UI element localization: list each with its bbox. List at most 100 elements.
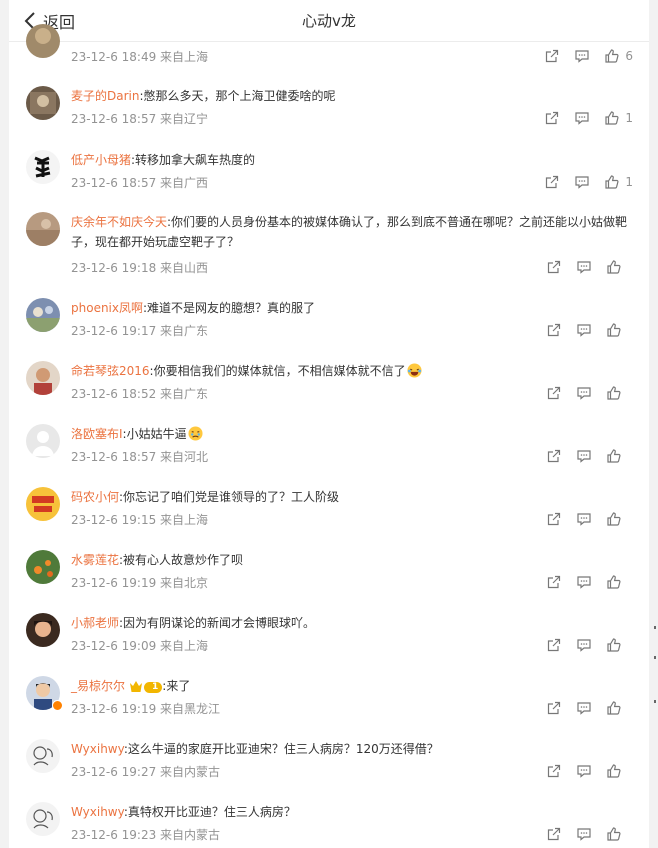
share-button[interactable] — [546, 259, 562, 275]
scrollbar-mark[interactable] — [654, 656, 656, 659]
comment-meta: 23-12-6 18:57 来自辽宁 — [71, 112, 209, 126]
comment-author[interactable]: 小郝老师 — [71, 616, 119, 630]
comment-meta: 23-12-6 19:27 来自内蒙古 — [71, 765, 221, 779]
comment-author[interactable]: _易椋尔尔 — [71, 679, 125, 693]
avatar[interactable] — [26, 739, 60, 773]
share-icon — [547, 764, 561, 778]
share-button[interactable] — [546, 763, 562, 779]
comment-item: 23-12-6 18:49 来自上海 6 — [9, 0, 649, 70]
share-button[interactable] — [546, 322, 562, 338]
comment-meta: 23-12-6 19:15 来自上海 — [71, 513, 209, 527]
comment-item: Wyxihwy:这么牛逼的家庭开比亚迪宋？住三人病房？120万还得借？ 23-1… — [9, 739, 649, 795]
avatar[interactable] — [26, 613, 60, 647]
comment-author[interactable]: 洛欧塞布I — [71, 427, 123, 441]
avatar[interactable] — [26, 24, 60, 58]
scrollbar-mark[interactable] — [654, 626, 656, 629]
comment-text: :被有心人故意炒作了呗 — [119, 553, 244, 567]
comment-button[interactable] — [576, 700, 592, 716]
comment-button[interactable] — [574, 110, 590, 126]
avatar[interactable] — [26, 361, 60, 395]
comment-button[interactable] — [574, 48, 590, 64]
comment-icon — [577, 639, 591, 652]
like-button[interactable] — [606, 385, 633, 401]
comment-icon — [577, 702, 591, 715]
share-icon — [546, 49, 559, 63]
like-button[interactable] — [606, 763, 633, 779]
like-button[interactable] — [606, 322, 633, 338]
avatar[interactable] — [26, 487, 60, 521]
comment-item: phoenix凤啊:难道不是网友的臆想？真的服了 23-12-6 19:17 来… — [9, 298, 649, 354]
like-button[interactable]: 1 — [604, 174, 633, 190]
avatar[interactable] — [26, 86, 60, 120]
comment-author[interactable]: Wyxihwy — [71, 805, 124, 819]
comment-button[interactable] — [576, 385, 592, 401]
comment-button[interactable] — [576, 826, 592, 842]
like-icon — [605, 175, 619, 189]
comment-meta: 23-12-6 19:18 来自山西 — [71, 261, 209, 275]
comment-meta: 23-12-6 19:19 来自黑龙江 — [71, 702, 221, 716]
share-button[interactable] — [546, 700, 562, 716]
share-button[interactable] — [546, 385, 562, 401]
like-button[interactable]: 6 — [604, 48, 633, 64]
comment-text: :小姑姑牛逼 — [122, 427, 187, 441]
comment-author[interactable]: Wyxihwy — [71, 742, 124, 756]
comment-button[interactable] — [576, 637, 592, 653]
avatar[interactable] — [26, 802, 60, 836]
comment-button[interactable] — [576, 574, 592, 590]
share-button[interactable] — [546, 826, 562, 842]
like-button[interactable] — [606, 511, 633, 527]
share-button[interactable] — [546, 574, 562, 590]
comment-item: _易椋尔尔 1:来了 23-12-6 19:19 来自黑龙江 — [9, 676, 649, 732]
comment-author[interactable]: 命若琴弦2016 — [71, 364, 150, 378]
like-button[interactable] — [606, 259, 633, 275]
share-button[interactable] — [544, 174, 560, 190]
comment-button[interactable] — [576, 259, 592, 275]
comment-item: 码农小何:你忘记了咱们党是谁领导的了？工人阶级 23-12-6 19:15 来自… — [9, 487, 649, 543]
avatar[interactable] — [26, 424, 60, 458]
comment-text: :憋那么多天，那个上海卫健委啥的呢 — [139, 89, 336, 103]
comment-text: :来了 — [162, 679, 191, 693]
comment-icon — [577, 450, 591, 463]
scrollbar-mark[interactable] — [654, 700, 656, 703]
like-button[interactable] — [606, 448, 633, 464]
comment-button[interactable] — [576, 511, 592, 527]
comment-meta: 23-12-6 18:57 来自广西 — [71, 176, 209, 190]
like-button[interactable] — [606, 826, 633, 842]
like-icon — [607, 764, 621, 778]
like-button[interactable]: 1 — [604, 110, 633, 126]
comment-icon — [575, 50, 589, 63]
comment-button[interactable] — [576, 322, 592, 338]
like-icon — [607, 575, 621, 589]
comment-author[interactable]: 麦子的Darin — [71, 89, 139, 103]
share-button[interactable] — [546, 511, 562, 527]
share-button[interactable] — [544, 110, 560, 126]
comment-meta: 23-12-6 18:49 来自上海 — [71, 50, 209, 64]
comment-icon — [575, 176, 589, 189]
share-icon — [547, 449, 561, 463]
comment-button[interactable] — [576, 448, 592, 464]
share-icon — [547, 827, 561, 841]
comment-item: 庆余年不如庆今天:你们要的人员身份基本的被媒体确认了，那么到底不普通在哪呢？之前… — [9, 212, 649, 288]
crown-badge: 1 — [129, 677, 163, 697]
share-icon — [547, 575, 561, 589]
comment-button[interactable] — [576, 763, 592, 779]
comment-author[interactable]: 庆余年不如庆今天 — [71, 215, 167, 229]
comment-button[interactable] — [574, 174, 590, 190]
comment-author[interactable]: 码农小何 — [71, 490, 119, 504]
avatar[interactable] — [26, 150, 60, 184]
avatar[interactable] — [26, 550, 60, 584]
like-button[interactable] — [606, 637, 633, 653]
comment-meta: 23-12-6 19:19 来自北京 — [71, 576, 209, 590]
comment-item: 小郝老师:因为有阴谋论的新闻才会博眼球吖。 23-12-6 19:09 来自上海 — [9, 613, 649, 669]
share-button[interactable] — [544, 48, 560, 64]
comment-author[interactable]: phoenix凤啊 — [71, 301, 143, 315]
avatar[interactable] — [26, 298, 60, 332]
avatar[interactable] — [26, 212, 60, 246]
share-button[interactable] — [546, 448, 562, 464]
like-icon — [607, 260, 621, 274]
comment-author[interactable]: 水雾莲花 — [71, 553, 119, 567]
like-button[interactable] — [606, 574, 633, 590]
comment-author[interactable]: 低产小母猪 — [71, 153, 131, 167]
like-button[interactable] — [606, 700, 633, 716]
share-button[interactable] — [546, 637, 562, 653]
